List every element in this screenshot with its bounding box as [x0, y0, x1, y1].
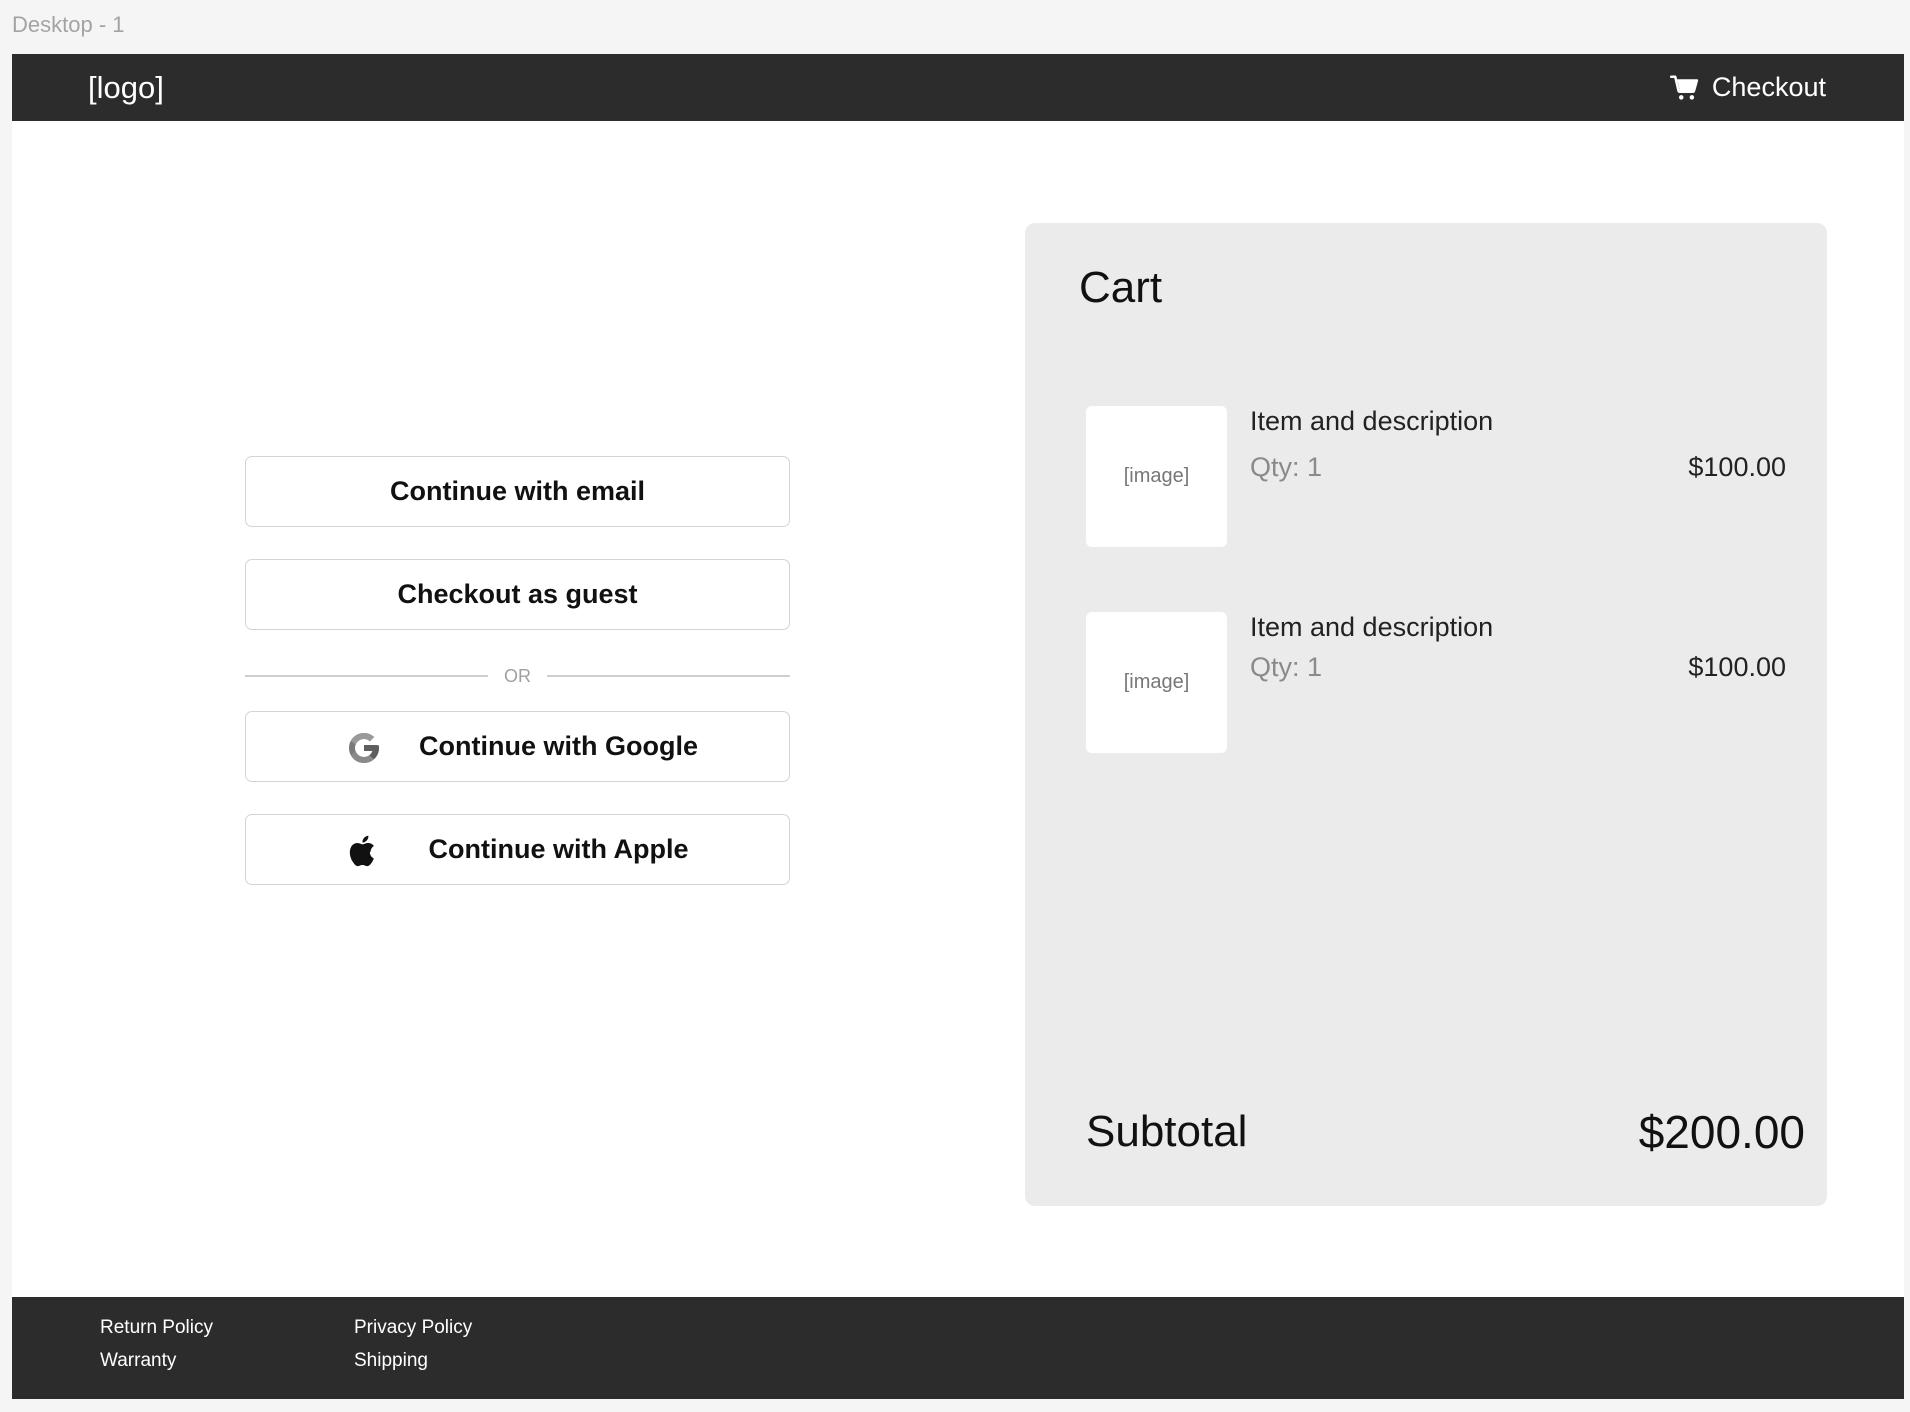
checkout-as-guest-label: Checkout as guest — [397, 579, 638, 609]
footer: Return Policy Warranty Privacy Policy Sh… — [12, 1297, 1904, 1399]
frame-label: Desktop - 1 — [12, 12, 125, 37]
footer-link-warranty[interactable]: Warranty — [100, 1350, 176, 1372]
item-price: $100.00 — [1688, 452, 1786, 482]
continue-with-apple-label: Continue with Apple — [428, 834, 689, 864]
subtotal-label: Subtotal — [1086, 1107, 1248, 1156]
continue-with-google-label: Continue with Google — [419, 731, 698, 761]
google-icon — [349, 733, 379, 763]
cart-item: [image] Item and description Qty: 1 $100… — [1086, 406, 1786, 547]
item-title: Item and description — [1250, 612, 1494, 642]
cart-icon — [1669, 75, 1699, 100]
subtotal-value: $200.00 — [1638, 1106, 1805, 1158]
cart-title: Cart — [1079, 263, 1163, 312]
divider-line-left — [245, 675, 488, 677]
apple-icon — [349, 835, 374, 867]
top-navbar: [logo] Checkout — [12, 54, 1904, 121]
cart-panel: Cart [image] Item and description Qty: 1… — [1025, 223, 1827, 1206]
or-text: OR — [504, 665, 531, 686]
checkout-link[interactable]: Checkout — [1669, 72, 1826, 103]
continue-with-apple-button[interactable]: Continue with Apple — [245, 814, 790, 885]
cart-item: [image] Item and description Qty: 1 $100… — [1086, 612, 1786, 753]
checkout-label: Checkout — [1711, 72, 1826, 102]
checkout-as-guest-button[interactable]: Checkout as guest — [245, 559, 790, 630]
divider-line-right — [547, 675, 790, 677]
logo[interactable]: [logo] — [88, 70, 164, 106]
item-title: Item and description — [1250, 406, 1494, 436]
item-image: [image] — [1086, 612, 1227, 753]
page-frame: [logo] Checkout Continue with email Chec… — [12, 54, 1904, 1399]
continue-with-email-label: Continue with email — [389, 476, 645, 506]
footer-link-shipping[interactable]: Shipping — [354, 1350, 428, 1372]
item-image-placeholder: [image] — [1123, 671, 1190, 693]
item-image: [image] — [1086, 406, 1227, 547]
footer-link-return-policy[interactable]: Return Policy — [100, 1317, 213, 1339]
continue-with-google-button[interactable]: Continue with Google — [245, 711, 790, 782]
item-qty: Qty: 1 — [1250, 452, 1323, 482]
item-image-placeholder: [image] — [1123, 465, 1190, 487]
item-qty: Qty: 1 — [1250, 652, 1323, 682]
footer-link-privacy-policy[interactable]: Privacy Policy — [354, 1317, 472, 1339]
item-price: $100.00 — [1688, 652, 1786, 682]
continue-with-email-button[interactable]: Continue with email — [245, 456, 790, 527]
or-divider: OR — [245, 661, 790, 691]
